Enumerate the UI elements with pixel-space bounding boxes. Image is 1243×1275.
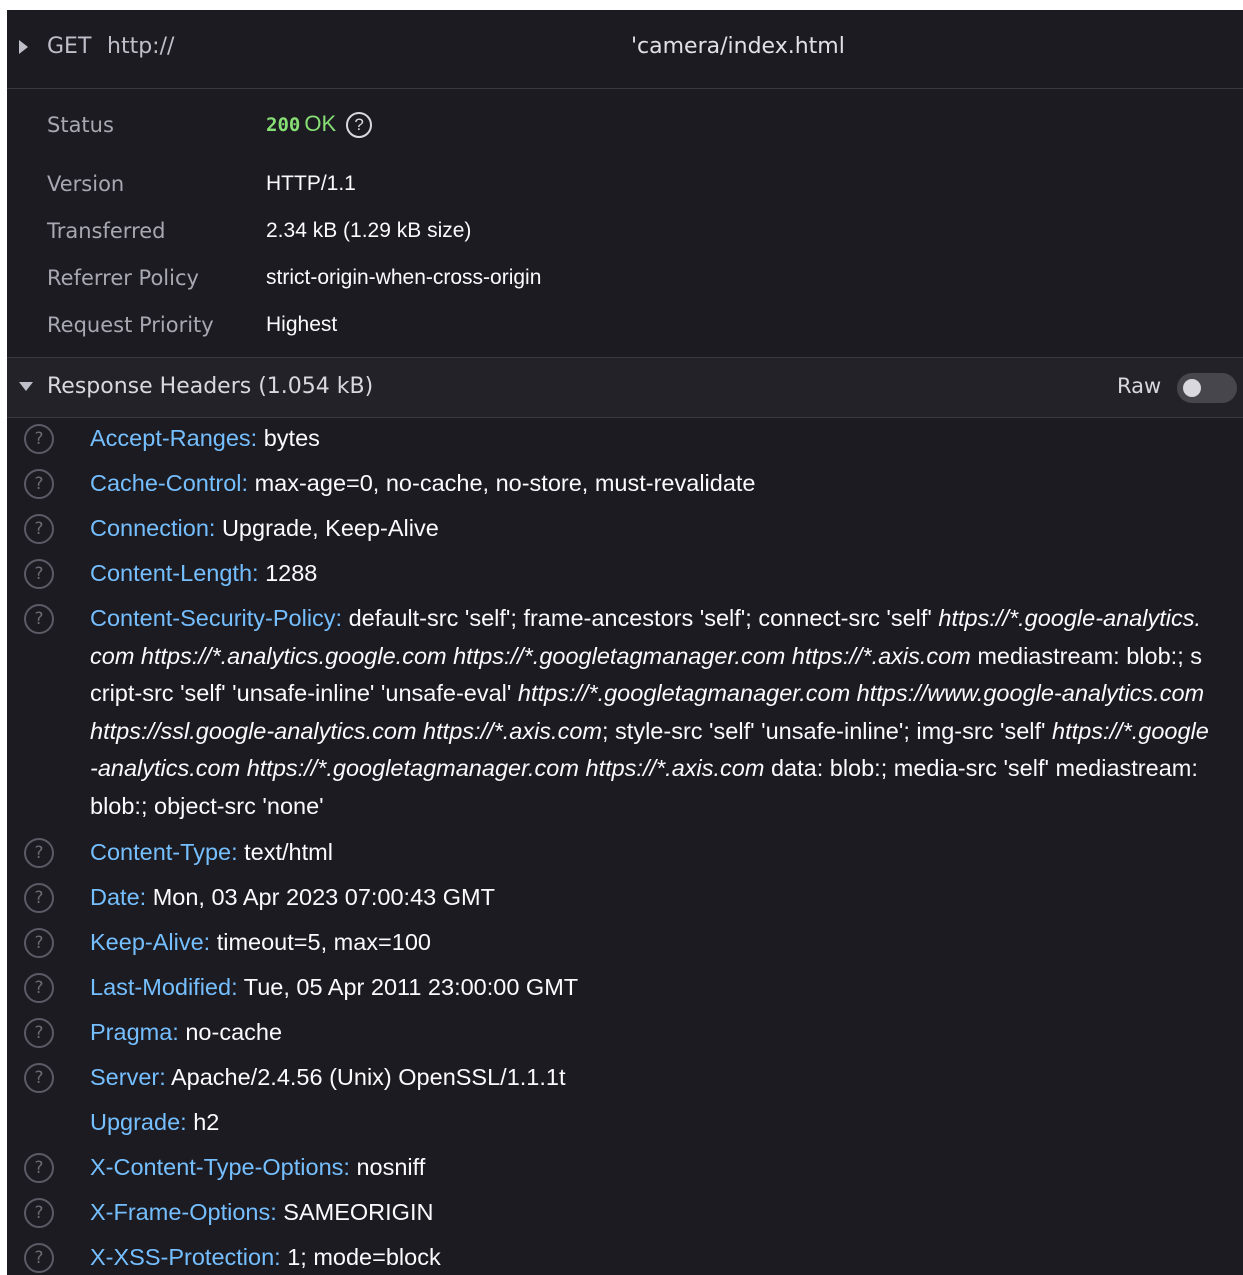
status-row: Status 200 OK? bbox=[7, 105, 1243, 145]
header-name: Pragma: bbox=[90, 1019, 179, 1045]
header-text[interactable]: X-Frame-Options: SAMEORIGIN bbox=[90, 1194, 1212, 1232]
question-circle-icon[interactable]: ? bbox=[24, 424, 54, 454]
header-text[interactable]: Keep-Alive: timeout=5, max=100 bbox=[90, 924, 1212, 962]
question-circle-icon[interactable]: ? bbox=[24, 928, 54, 958]
question-circle-icon[interactable]: ? bbox=[24, 838, 54, 868]
header-name: Cache-Control: bbox=[90, 470, 249, 496]
header-text[interactable]: X-Content-Type-Options: nosniff bbox=[90, 1149, 1212, 1187]
request-url-prefix: http:// bbox=[107, 34, 175, 59]
header-text[interactable]: Date: Mon, 03 Apr 2023 07:00:43 GMT bbox=[90, 879, 1212, 917]
header-value: 1288 bbox=[265, 560, 318, 586]
transferred-row: Transferred 2.34 kB (1.29 kB size) bbox=[7, 211, 1243, 251]
header-name: Server: bbox=[90, 1064, 166, 1090]
header-name: Upgrade: bbox=[90, 1109, 187, 1135]
version-label: Version bbox=[47, 172, 125, 196]
header-name: Keep-Alive: bbox=[90, 929, 211, 955]
header-text[interactable]: Last-Modified: Tue, 05 Apr 2011 23:00:00… bbox=[90, 969, 1212, 1007]
question-circle-icon[interactable]: ? bbox=[24, 883, 54, 913]
transferred-value: 2.34 kB (1.29 kB size) bbox=[266, 219, 472, 242]
response-headers-title: Response Headers (1.054 kB) bbox=[47, 374, 374, 399]
question-circle-icon[interactable]: ? bbox=[24, 604, 54, 634]
request-priority-label: Request Priority bbox=[47, 313, 214, 337]
response-headers-section-header[interactable]: Response Headers (1.054 kB) Raw bbox=[7, 357, 1243, 418]
status-label: Status bbox=[47, 113, 114, 137]
status-code: 200 bbox=[266, 114, 301, 136]
question-circle-icon[interactable]: ? bbox=[24, 514, 54, 544]
status-text: OK bbox=[304, 111, 337, 136]
raw-toggle-knob bbox=[1183, 379, 1201, 397]
raw-label: Raw bbox=[1117, 374, 1162, 398]
header-text[interactable]: Accept-Ranges: bytes bbox=[90, 420, 1212, 458]
header-name: Date: bbox=[90, 884, 147, 910]
header-value: text/html bbox=[244, 839, 333, 865]
request-url-path: 'camera/index.html bbox=[631, 34, 845, 59]
request-priority-value: Highest bbox=[266, 313, 338, 336]
question-circle-icon[interactable]: ? bbox=[346, 112, 373, 139]
header-text[interactable]: Content-Length: 1288 bbox=[90, 555, 1212, 593]
request-priority-row: Request Priority Highest bbox=[7, 305, 1243, 345]
question-circle-icon[interactable]: ? bbox=[24, 1063, 54, 1093]
request-method: GET bbox=[47, 34, 92, 59]
header-value: Tue, 05 Apr 2011 23:00:00 GMT bbox=[243, 974, 579, 1000]
header-name: Connection: bbox=[90, 515, 216, 541]
status-value: 200 OK? bbox=[266, 111, 373, 139]
header-name: Accept-Ranges: bbox=[90, 425, 258, 451]
header-name: X-Frame-Options: bbox=[90, 1199, 277, 1225]
header-text[interactable]: Connection: Upgrade, Keep-Alive bbox=[90, 510, 1212, 548]
csp-value-3: ; style-src 'self' 'unsafe-inline'; img-… bbox=[602, 717, 1053, 744]
header-name: Last-Modified: bbox=[90, 974, 238, 1000]
version-row: Version HTTP/1.1 bbox=[7, 164, 1243, 204]
header-text[interactable]: Cache-Control: max-age=0, no-cache, no-s… bbox=[90, 465, 1212, 503]
header-text[interactable]: X-XSS-Protection: 1; mode=block bbox=[90, 1239, 1212, 1275]
question-circle-icon[interactable]: ? bbox=[24, 1018, 54, 1048]
referrer-policy-value: strict-origin-when-cross-origin bbox=[266, 266, 542, 289]
header-value: Apache/2.4.56 (Unix) OpenSSL/1.1.1t bbox=[170, 1064, 566, 1090]
question-circle-icon[interactable]: ? bbox=[24, 1153, 54, 1183]
question-circle-icon[interactable]: ? bbox=[24, 469, 54, 499]
header-value: SAMEORIGIN bbox=[283, 1199, 434, 1225]
header-text[interactable]: Content-Type: text/html bbox=[90, 834, 1212, 872]
raw-toggle[interactable] bbox=[1177, 373, 1237, 403]
header-value: no-cache bbox=[185, 1019, 283, 1045]
csp-value-1: default-src 'self'; frame-ancestors 'sel… bbox=[348, 605, 939, 631]
question-circle-icon[interactable]: ? bbox=[24, 973, 54, 1003]
referrer-policy-label: Referrer Policy bbox=[47, 266, 199, 290]
expand-triangle-right-icon[interactable] bbox=[19, 40, 28, 54]
header-value: Mon, 03 Apr 2023 07:00:43 GMT bbox=[152, 884, 495, 910]
header-name: Content-Type: bbox=[90, 839, 238, 865]
question-circle-icon[interactable]: ? bbox=[24, 1198, 54, 1228]
transferred-label: Transferred bbox=[47, 219, 166, 243]
header-text[interactable]: Content-Security-Policy: default-src 'se… bbox=[90, 600, 1212, 826]
version-value: HTTP/1.1 bbox=[266, 172, 356, 195]
request-line[interactable]: GET http:// 'camera/index.html bbox=[7, 10, 1243, 89]
referrer-policy-row: Referrer Policy strict-origin-when-cross… bbox=[7, 258, 1243, 298]
header-value: h2 bbox=[193, 1109, 220, 1135]
header-value: nosniff bbox=[356, 1154, 426, 1180]
header-name: X-XSS-Protection: bbox=[90, 1244, 281, 1270]
header-name: Content-Length: bbox=[90, 560, 259, 586]
header-value: 1; mode=block bbox=[287, 1244, 441, 1270]
header-value: timeout=5, max=100 bbox=[216, 929, 431, 955]
question-circle-icon[interactable]: ? bbox=[24, 559, 54, 589]
header-text[interactable]: Upgrade: h2 bbox=[90, 1104, 1212, 1142]
header-name: X-Content-Type-Options: bbox=[90, 1154, 350, 1180]
header-value: max-age=0, no-cache, no-store, must-reva… bbox=[254, 470, 756, 496]
network-request-details-panel: GET http:// 'camera/index.html Status 20… bbox=[7, 10, 1243, 1275]
header-text[interactable]: Pragma: no-cache bbox=[90, 1014, 1212, 1052]
header-text[interactable]: Server: Apache/2.4.56 (Unix) OpenSSL/1.1… bbox=[90, 1059, 1212, 1097]
header-value: Upgrade, Keep-Alive bbox=[221, 515, 439, 541]
header-name: Content-Security-Policy: bbox=[90, 605, 343, 631]
question-circle-icon[interactable]: ? bbox=[24, 1243, 54, 1273]
collapse-triangle-down-icon[interactable] bbox=[19, 382, 33, 391]
header-value: bytes bbox=[263, 425, 320, 451]
